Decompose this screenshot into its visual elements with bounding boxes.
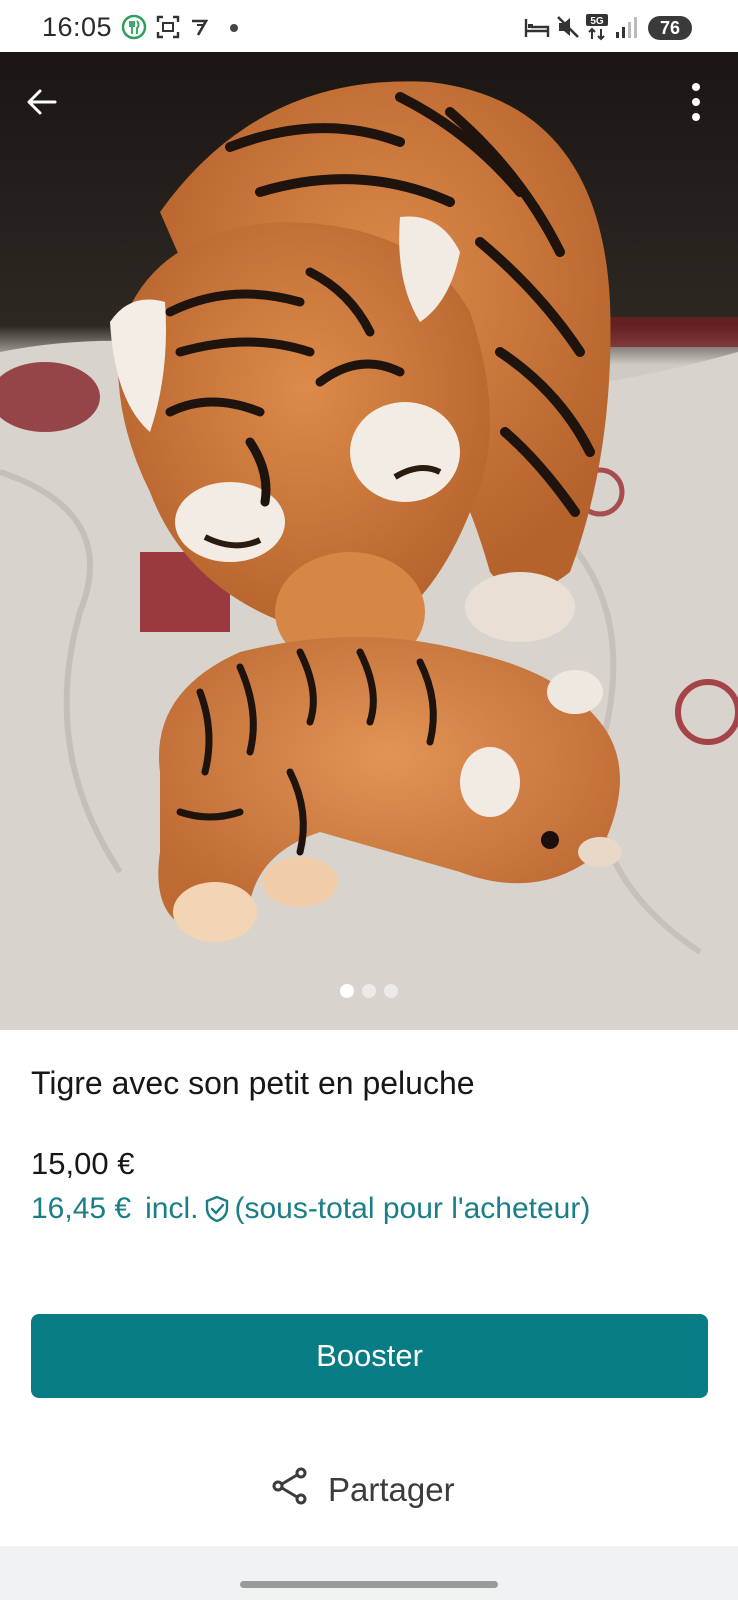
more-options-button[interactable] xyxy=(666,74,726,134)
svg-text:5G: 5G xyxy=(590,16,604,27)
carousel-dot[interactable] xyxy=(362,984,376,998)
restaurant-notification-icon xyxy=(120,14,148,40)
screenshot-icon xyxy=(154,14,182,40)
bottom-strip xyxy=(0,1546,738,1600)
carousel-dot[interactable] xyxy=(340,984,354,998)
status-time: 16:05 xyxy=(42,12,113,42)
carousel-indicator xyxy=(0,984,738,998)
signal-icon xyxy=(612,14,640,40)
buyer-incl-label: incl. xyxy=(145,1192,199,1225)
status-bar: 16:05 5G 76 xyxy=(0,0,738,52)
listing-title: Tigre avec son petit en peluche xyxy=(31,1065,475,1101)
share-button[interactable]: Partager xyxy=(270,1462,455,1518)
sleep-mode-icon xyxy=(523,14,551,40)
listing-photo-carousel[interactable] xyxy=(0,52,738,1030)
listing-price: 15,00 € xyxy=(31,1146,135,1181)
battery-indicator: 76 xyxy=(648,16,692,40)
booster-button[interactable]: Booster xyxy=(31,1314,708,1398)
carousel-dot[interactable] xyxy=(384,984,398,998)
buyer-price-info[interactable]: 16,45 € incl. (sous-total pour l'acheteu… xyxy=(31,1192,590,1226)
app-notification-icon xyxy=(188,14,212,40)
dot-icon xyxy=(230,24,238,32)
buyer-protection-shield-icon xyxy=(204,1195,230,1223)
share-label: Partager xyxy=(328,1471,455,1508)
buyer-price: 16,45 € xyxy=(31,1192,132,1225)
more-vert-icon xyxy=(691,82,701,127)
mute-icon xyxy=(554,14,582,40)
back-button[interactable] xyxy=(12,74,72,134)
share-icon xyxy=(270,1466,310,1514)
buyer-subtotal-note: (sous-total pour l'acheteur) xyxy=(234,1192,591,1225)
5g-icon: 5G xyxy=(584,14,612,41)
tiger-plush-photo xyxy=(0,52,738,1030)
home-indicator[interactable] xyxy=(240,1581,498,1588)
back-arrow-icon xyxy=(25,85,59,124)
